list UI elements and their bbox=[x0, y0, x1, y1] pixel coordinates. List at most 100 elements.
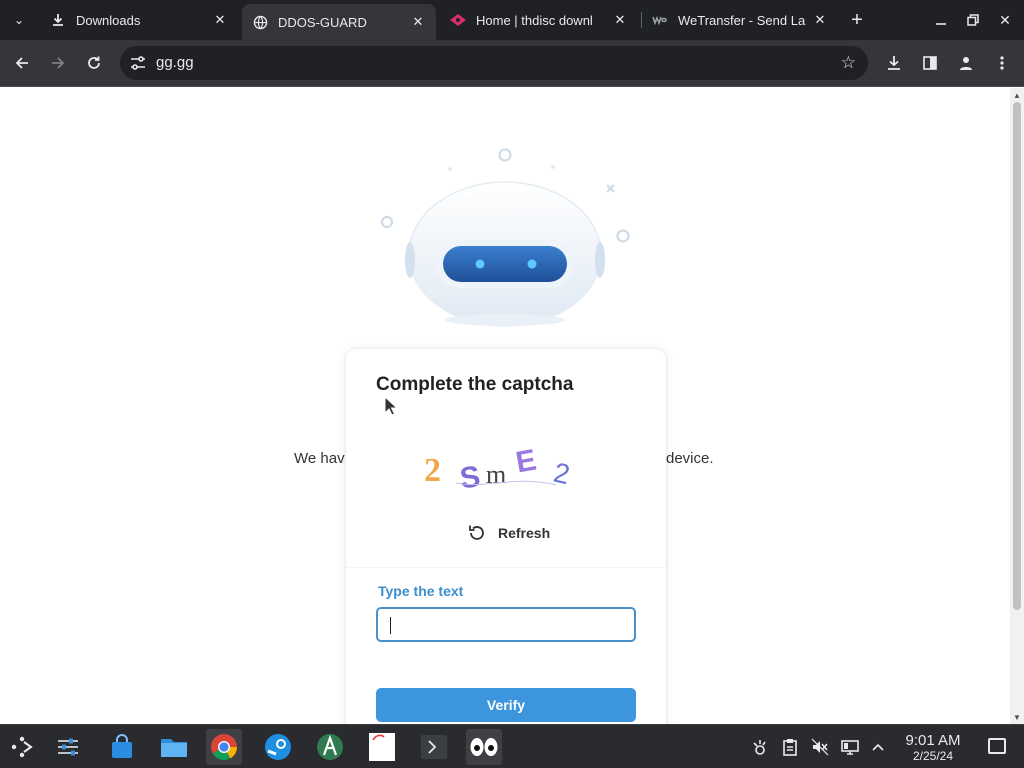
chevron-down-icon: ⌄ bbox=[13, 13, 25, 27]
captcha-text-input[interactable] bbox=[376, 607, 636, 642]
refresh-captcha-button[interactable]: Refresh bbox=[466, 521, 550, 545]
tab-strip: ⌄ Downloads ✕ DDOS-GUARD ✕ Home | thdisc… bbox=[0, 0, 1024, 40]
close-icon[interactable]: ✕ bbox=[212, 12, 228, 28]
side-panel-icon bbox=[923, 56, 937, 70]
folder-icon bbox=[161, 739, 187, 757]
close-icon[interactable]: ✕ bbox=[410, 14, 426, 30]
chevron-up-icon bbox=[872, 743, 884, 751]
close-icon[interactable]: ✕ bbox=[612, 12, 628, 28]
side-panel-button[interactable] bbox=[918, 51, 942, 75]
tray-volume[interactable] bbox=[810, 737, 830, 757]
taskbar-app-discover[interactable] bbox=[104, 729, 140, 765]
new-tab-button[interactable]: + bbox=[846, 8, 868, 32]
download-icon bbox=[888, 56, 900, 70]
shopping-bag-icon bbox=[112, 734, 132, 758]
clock-time: 9:01 AM bbox=[905, 732, 961, 749]
back-button[interactable] bbox=[10, 51, 34, 75]
gamepad-icon bbox=[753, 740, 766, 755]
tab-title: DDOS-GUARD bbox=[278, 14, 367, 30]
restore-icon bbox=[967, 14, 979, 26]
taskbar-app-text-editor[interactable] bbox=[364, 729, 400, 765]
volume-muted-icon bbox=[811, 738, 829, 756]
tab-search-button[interactable]: ⌄ bbox=[6, 8, 32, 32]
captcha-image: 2 S m E 2 bbox=[424, 444, 573, 496]
wetransfer-favicon bbox=[652, 12, 668, 28]
minimize-button[interactable] bbox=[930, 8, 952, 32]
tab-wetransfer[interactable]: WeTransfer - Send La ✕ bbox=[642, 6, 838, 34]
bookmark-star-icon[interactable]: ☆ bbox=[841, 53, 856, 73]
tray-expand[interactable] bbox=[868, 737, 888, 757]
scroll-up-icon[interactable]: ▲ bbox=[1013, 92, 1021, 100]
app-launcher-icon bbox=[11, 736, 33, 758]
refresh-label: Refresh bbox=[498, 525, 551, 541]
close-icon[interactable]: ✕ bbox=[812, 12, 828, 28]
mouse-cursor-icon bbox=[384, 396, 398, 416]
close-icon: ✕ bbox=[999, 11, 1011, 28]
background-message-right: device. bbox=[666, 450, 714, 467]
svg-text:m: m bbox=[486, 460, 506, 489]
display-icon bbox=[841, 740, 859, 755]
taskbar: 9:01 AM 2/25/24 bbox=[0, 724, 1024, 768]
downloads-button[interactable] bbox=[882, 51, 906, 75]
tab-thdisc[interactable]: Home | thdisc downl ✕ bbox=[440, 6, 638, 34]
arduino-icon bbox=[317, 734, 343, 760]
plus-icon: + bbox=[851, 8, 863, 31]
steam-icon bbox=[265, 734, 291, 760]
tab-title: WeTransfer - Send La bbox=[678, 12, 806, 28]
globe-icon bbox=[252, 14, 268, 30]
minimize-icon bbox=[936, 23, 946, 25]
tab-ddos-guard[interactable]: DDOS-GUARD ✕ bbox=[242, 4, 436, 40]
clipboard-icon bbox=[783, 739, 797, 756]
scroll-down-icon[interactable]: ▼ bbox=[1013, 714, 1021, 722]
forward-button[interactable] bbox=[46, 51, 70, 75]
profile-icon bbox=[960, 57, 972, 70]
page-content: We hav device. Complete the captcha 2 S … bbox=[0, 88, 1010, 724]
system-settings-icon bbox=[58, 738, 78, 756]
tray-clipboard[interactable] bbox=[780, 737, 800, 757]
taskbar-app-eyes[interactable] bbox=[466, 729, 502, 765]
eyes-icon bbox=[470, 738, 498, 756]
app-launcher-button[interactable] bbox=[4, 729, 40, 765]
svg-text:E: E bbox=[513, 444, 538, 480]
captcha-title: Complete the captcha bbox=[376, 374, 574, 395]
site-settings-icon[interactable] bbox=[128, 53, 148, 73]
download-icon bbox=[50, 12, 66, 28]
arrow-left-icon bbox=[15, 57, 28, 69]
address-bar[interactable]: gg.gg ☆ bbox=[120, 46, 868, 80]
profile-button[interactable] bbox=[954, 51, 978, 75]
svg-text:S: S bbox=[458, 460, 482, 495]
document-icon bbox=[369, 733, 395, 761]
show-desktop-button[interactable] bbox=[988, 738, 1006, 754]
menu-button[interactable] bbox=[990, 51, 1014, 75]
background-message-left: We hav bbox=[294, 450, 345, 467]
tray-network-settings[interactable] bbox=[750, 737, 770, 757]
url-text[interactable]: gg.gg bbox=[156, 54, 194, 71]
taskbar-app-settings[interactable] bbox=[50, 729, 86, 765]
svg-text:2: 2 bbox=[424, 452, 441, 489]
reload-button[interactable] bbox=[82, 51, 106, 75]
taskbar-app-arduino[interactable] bbox=[312, 729, 348, 765]
text-caret bbox=[390, 617, 391, 634]
robot-illustration bbox=[380, 148, 630, 327]
refresh-icon bbox=[469, 525, 484, 540]
tab-downloads[interactable]: Downloads ✕ bbox=[40, 6, 238, 34]
chrome-icon bbox=[211, 733, 238, 761]
tray-display[interactable] bbox=[840, 737, 860, 757]
taskbar-clock[interactable]: 9:01 AM 2/25/24 bbox=[896, 732, 970, 763]
clock-date: 2/25/24 bbox=[912, 749, 954, 763]
tab-title: Downloads bbox=[76, 12, 141, 28]
taskbar-app-steam[interactable] bbox=[260, 729, 296, 765]
taskbar-app-chrome[interactable] bbox=[206, 729, 242, 765]
window-close-button[interactable]: ✕ bbox=[994, 8, 1016, 32]
captcha-input-label: Type the text bbox=[378, 583, 464, 599]
restore-button[interactable] bbox=[962, 8, 984, 32]
taskbar-app-files[interactable] bbox=[156, 729, 192, 765]
arrow-right-icon bbox=[52, 57, 65, 69]
verify-button[interactable]: Verify bbox=[376, 688, 636, 722]
scroll-thumb[interactable] bbox=[1013, 102, 1021, 610]
svg-text:2: 2 bbox=[551, 457, 573, 491]
page-scrollbar[interactable]: ▲ ▼ bbox=[1010, 88, 1024, 724]
kebab-menu-icon bbox=[1000, 56, 1004, 70]
terminal-icon bbox=[421, 735, 447, 759]
taskbar-app-terminal[interactable] bbox=[416, 729, 452, 765]
